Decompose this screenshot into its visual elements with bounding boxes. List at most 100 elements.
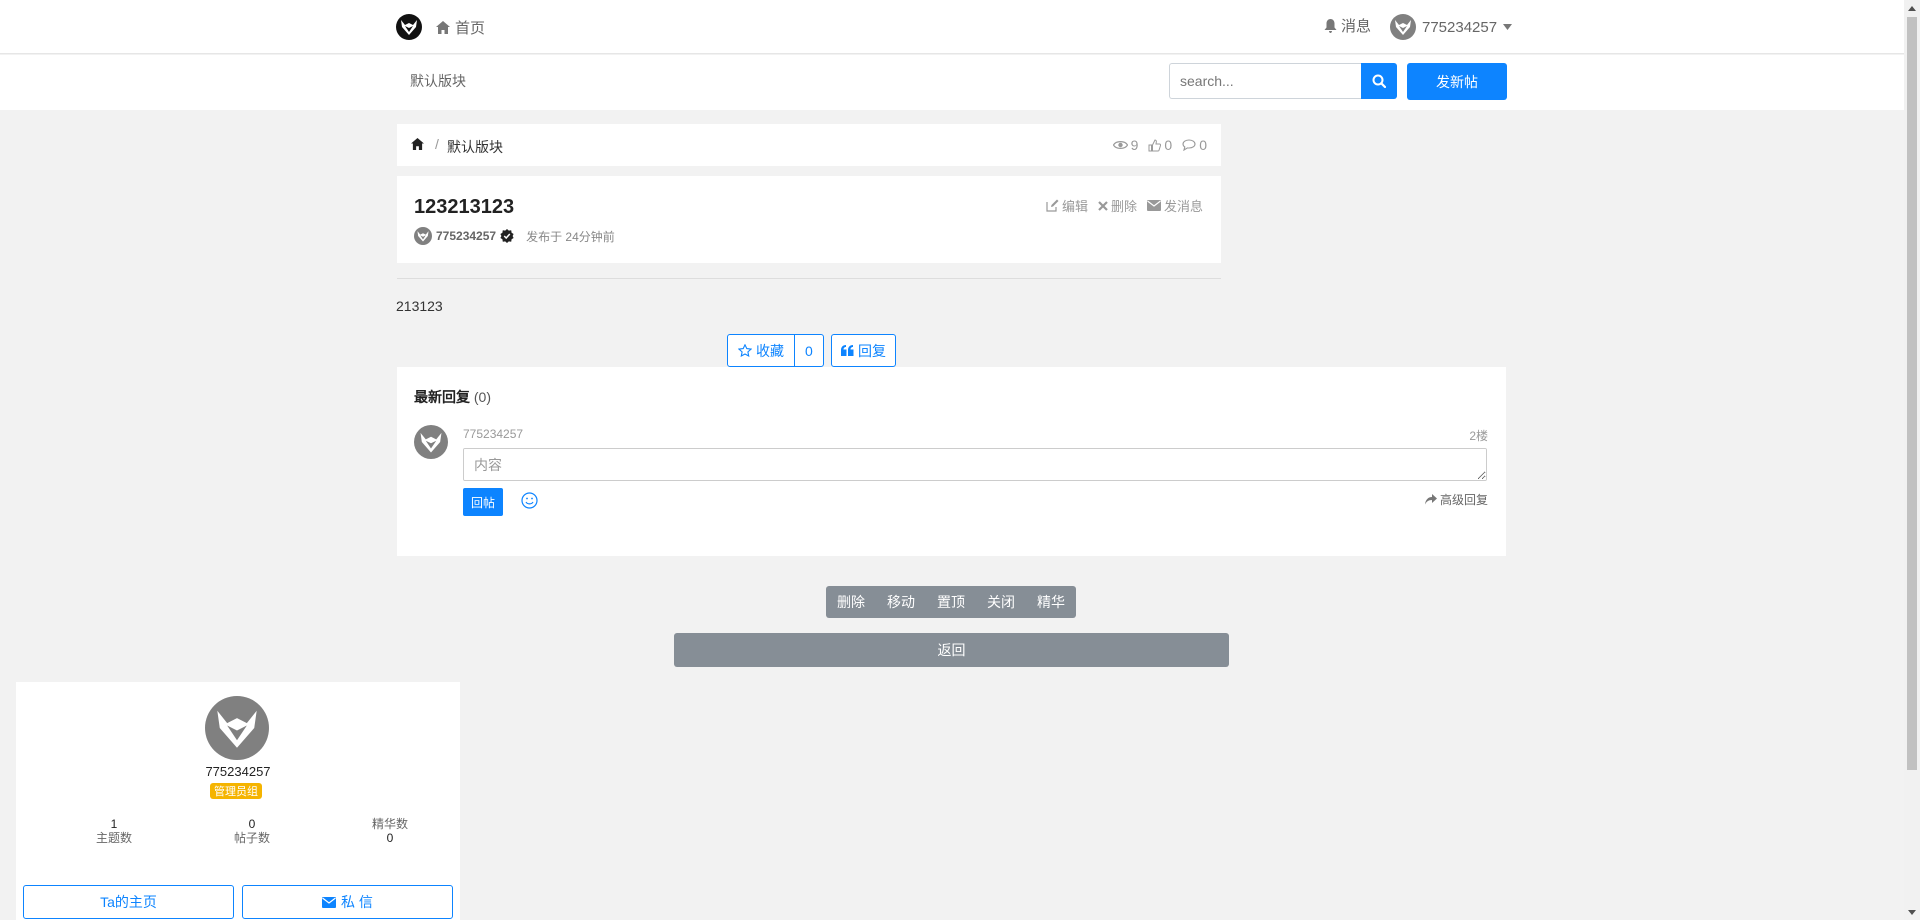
private-message-label: 私 信 [341,894,373,910]
breadcrumb-separator: / [435,136,439,152]
caret-down-icon [1503,24,1513,30]
status-badge: 管理员组 [210,783,262,799]
profile-name: 775234257 [205,764,271,779]
share-icon [1424,494,1437,505]
post-actions: 编辑 删除 发消息 [1046,196,1203,215]
sub-navbar: 默认版块 发新帖 [0,55,1904,110]
admin-toolbar: 删除 移动 置顶 关闭 精华 [826,586,1076,618]
back-button[interactable]: 返回 [674,633,1229,667]
quote-icon [841,345,854,356]
favorite-label-wrap: 收藏 [728,335,795,366]
times-icon [1098,200,1108,211]
favorite-button[interactable]: 收藏 0 [727,334,824,367]
bell-icon [1324,18,1337,33]
eye-icon [1112,140,1128,150]
top-navbar: 首页 消息 775234257 [0,0,1904,54]
stat-digest-value: 0 [386,831,394,845]
admin-delete-button[interactable]: 删除 [826,586,876,618]
post-meta: 775234257 发布于 24分钟前 [414,227,615,245]
author-avatar[interactable] [414,227,432,245]
comment-icon [1182,139,1196,151]
reply-button[interactable]: 回复 [831,334,896,367]
advanced-reply-label: 高级回复 [1439,493,1488,507]
replies-count: (0) [473,389,492,405]
stat-posts-label: 帖子数 [233,831,270,845]
advanced-reply-link[interactable]: 高级回复 [1424,491,1488,508]
stat-posts-value: 0 [248,817,256,831]
breadcrumb-board-link[interactable]: 默认版块 [447,137,503,157]
nav-messages-label: 消息 [1341,18,1372,35]
private-message-button[interactable]: 私 信 [242,885,453,919]
post-content: 213123 [396,298,443,314]
replies-title: 最新回复 (0) [414,387,491,407]
floor-number: 2楼 [1469,429,1488,443]
stat-topics-value: 1 [110,817,118,831]
post-title: 123213123 [414,196,515,218]
admin-top-button[interactable]: 置顶 [926,586,976,618]
edit-label: 编辑 [1061,199,1088,214]
smile-icon[interactable] [521,492,538,509]
message-label: 发消息 [1163,199,1203,214]
search-button[interactable] [1361,63,1397,99]
content-divider [397,278,1221,279]
replies-title-text: 最新回复 [414,389,470,405]
post-header: 123213123 775234257 发布于 24分钟前 编辑 删除 发消息 [397,176,1221,263]
likes-count: 0 [1164,137,1173,153]
avatar[interactable] [205,696,269,760]
scroll-thumb[interactable] [1907,17,1917,770]
comments-stat: 0 [1182,137,1207,153]
replies-section: 最新回复 (0) 775234257 2楼 回帖 高级回复 [397,367,1506,556]
views-count: 9 [1130,137,1139,153]
nav-home-label: 首页 [455,20,486,37]
subnav-board-link[interactable]: 默认版块 [410,71,466,91]
home-icon [436,21,450,34]
verified-icon [500,229,514,243]
scroll-down-arrow-icon[interactable] [1904,904,1920,920]
author-name[interactable]: 775234257 [436,229,496,243]
admin-move-button[interactable]: 移动 [876,586,926,618]
send-message-button[interactable]: 发消息 [1146,196,1203,215]
thumbs-up-icon [1148,138,1162,152]
stat-topics: 1 主题数 [64,817,164,845]
reply-username: 775234257 [463,427,524,441]
stat-digest-label: 精华数 [371,817,408,831]
home-icon[interactable] [411,138,424,150]
stat-topics-label: 主题数 [95,831,132,845]
favorite-count: 0 [805,342,813,359]
post-time: 发布于 24分钟前 [526,229,615,244]
post-stats: 9 0 0 [1112,137,1207,153]
logo-icon[interactable] [396,14,422,40]
comments-count: 0 [1199,137,1207,153]
search-input[interactable] [1169,63,1361,99]
submit-reply-button[interactable]: 回帖 [463,488,503,516]
nav-home-link[interactable]: 首页 [436,17,485,38]
delete-label: 删除 [1110,199,1137,214]
reply-label: 回复 [858,342,886,359]
nav-username: 775234257 [1422,18,1498,36]
views-stat: 9 [1112,137,1139,153]
nav-messages-link[interactable]: 消息 [1324,15,1371,36]
stat-posts: 0 帖子数 [202,817,302,845]
delete-post-button[interactable]: 删除 [1098,196,1137,215]
nav-user-menu[interactable]: 775234257 [1390,14,1513,40]
breadcrumb: / 默认版块 9 0 0 [397,124,1221,166]
scroll-up-arrow-icon[interactable] [1904,0,1920,16]
new-post-button[interactable]: 发新帖 [1407,63,1507,100]
favorite-label: 收藏 [756,342,784,359]
user-avatar [1390,14,1416,40]
author-profile-card: 775234257 管理员组 1 主题数 0 帖子数 精华数 0 Ta的主页 私… [16,682,460,920]
reply-textarea[interactable] [463,448,1487,481]
edit-icon [1046,199,1059,212]
likes-stat: 0 [1148,137,1172,153]
admin-close-button[interactable]: 关闭 [976,586,1026,618]
envelope-icon [322,896,337,908]
stat-digest: 精华数 0 [340,817,440,845]
user-home-button[interactable]: Ta的主页 [23,885,234,919]
envelope-icon [1146,200,1161,211]
search-icon [1372,74,1386,88]
avatar [414,425,448,459]
page-scrollbar[interactable] [1904,0,1920,920]
star-icon [738,344,752,357]
edit-post-button[interactable]: 编辑 [1046,196,1088,215]
admin-digest-button[interactable]: 精华 [1026,586,1076,618]
